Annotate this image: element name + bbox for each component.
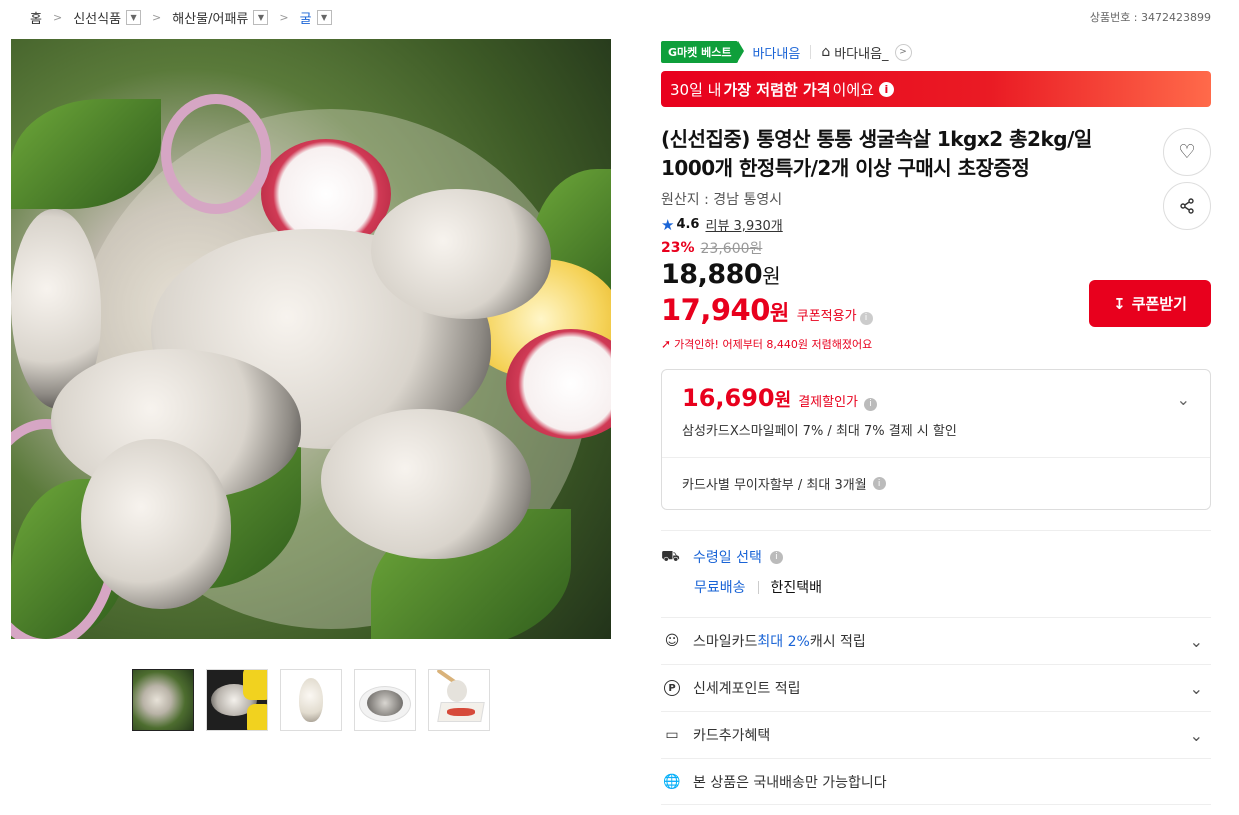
info-icon[interactable]: i [769,550,783,564]
benefit-shinsegae-point[interactable]: P 신세계포인트 적립 ⌄ [661,664,1211,711]
rating: ★ 4.6 리뷰 3,930개 [661,215,783,235]
price-drop-notice: ➚ 가격인하! 어제부터 8,440원 저렴해졌어요 [661,337,873,351]
globe-icon: 🌐 [663,773,681,790]
info-icon[interactable]: i [878,81,894,97]
info-icon[interactable]: i [872,477,886,490]
breadcrumb-home[interactable]: 홈 [30,8,42,27]
breadcrumb-fresh-food[interactable]: 신선식품 ▼ [73,8,142,27]
thumbnail-3[interactable] [280,669,342,731]
product-info: G마켓 베스트 바다내음 ⌂ 바다내음_ > 30일 내 가장 저렴한 가격 이… [661,39,1211,805]
domestic-shipping-notice: 🌐 본 상품은 국내배송만 가능합니다 [661,758,1211,805]
share-button[interactable] [1163,182,1211,230]
card-icon: ▭ [665,727,679,743]
free-shipping: 무료배송 [694,580,746,596]
store-name: 바다내음_ [834,46,889,62]
discount-percent: 23% [661,240,695,256]
store-link[interactable]: ⌂ 바다내음_ > [821,43,912,62]
gmarket-best-badge: G마켓 베스트 [661,41,745,63]
heart-icon: ♡ [1178,141,1196,163]
badge-row: G마켓 베스트 바다내음 ⌂ 바다내음_ > [661,39,1211,65]
download-icon: ↧ [1113,294,1126,313]
truck-icon: ⛟ [661,547,680,565]
breadcrumb-oyster[interactable]: 굴 ▼ [300,8,332,27]
chevron-right-icon: > [52,11,63,24]
carrier: 한진택배 [770,580,823,596]
benefit-card-extra[interactable]: ▭ 카드추가혜택 ⌄ [661,711,1211,758]
product-title: (신선집중) 통영산 통통 생굴속살 1kgx2 총2kg/일 1000개 한정… [661,127,1092,180]
chevron-down-icon[interactable]: ⌄ [1190,632,1203,651]
discount: 23% 23,600원 [661,238,1211,258]
chevron-down-icon[interactable]: ⌄ [1190,679,1203,698]
thumbnail-1[interactable] [132,669,194,731]
review-link[interactable]: 리뷰 3,930개 [705,215,782,234]
product-number: 상품번호 : 3472423899 [1089,11,1211,24]
payment-desc: 삼성카드X스마일페이 7% / 최대 7% 결제 시 할인 [682,424,957,439]
arrow-down-icon: ➚ [661,337,672,351]
chevron-down-icon[interactable]: ▼ [316,10,332,25]
chevron-right-icon[interactable]: > [894,43,912,61]
chevron-right-icon: > [152,11,162,24]
info-icon[interactable]: i [859,311,873,325]
coupon-button[interactable]: ↧ 쿠폰받기 [1089,280,1211,327]
installment-info: 카드사별 무이자할부 / 최대 3개월 i [662,458,1210,509]
thumbnail-5[interactable] [428,669,490,731]
chevron-down-icon[interactable]: ▼ [126,10,142,25]
original-price: 23,600원 [700,241,763,257]
brand-link[interactable]: 바다내음 [752,43,800,62]
info-icon[interactable]: i [864,397,877,411]
wish-button[interactable]: ♡ [1163,128,1211,176]
breadcrumb: 홈 > 신선식품 ▼ > 해산물/어패류 ▼ > 굴 ▼ [30,8,332,27]
thumbnail-4[interactable] [354,669,416,731]
thumbnail-2[interactable] [206,669,268,731]
point-icon: P [664,680,680,696]
payment-discount-box: 16,690원 결제할인가 i 삼성카드X스마일페이 7% / 최대 7% 결제… [661,369,1211,510]
share-icon [1180,198,1194,214]
home-icon: ⌂ [821,44,831,60]
chevron-down-icon[interactable]: ⌄ [1190,726,1203,745]
thumbnail-list [132,669,490,731]
lowest-price-banner: 30일 내 가장 저렴한 가격 이에요 i [661,71,1211,107]
delivery-date-select[interactable]: 수령일 선택 [693,547,762,567]
shipping-section: ⛟ 수령일 선택 i 무료배송 한진택배 [661,531,1211,617]
star-icon: ★ [661,215,675,234]
benefit-smilecard[interactable]: ☺ 스마일카드 최대 2% 캐시 적립 ⌄ [661,617,1211,664]
main-product-image[interactable] [11,39,611,639]
breadcrumb-seafood[interactable]: 해산물/어패류 ▼ [172,8,269,27]
chevron-right-icon: > [279,11,289,24]
chevron-down-icon[interactable]: ⌄ [1177,390,1190,409]
smile-icon: ☺ [664,633,680,649]
chevron-down-icon[interactable]: ▼ [253,10,269,25]
origin: 원산지 : 경남 통영시 [661,192,783,208]
